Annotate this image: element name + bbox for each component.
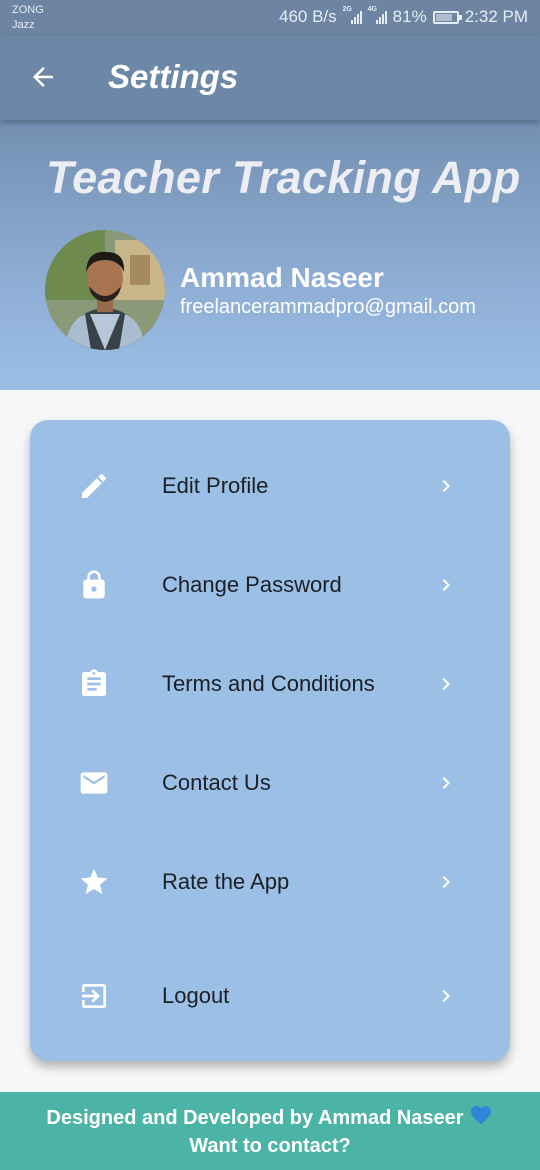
footer-banner[interactable]: Designed and Developed by Ammad Naseer W…: [0, 1092, 540, 1170]
menu-item-label: Rate the App: [162, 869, 290, 894]
lock-icon: [83, 570, 105, 599]
network-speed: 460 B/s: [279, 7, 337, 26]
status-indicators: 460 B/s 2G 4G 81% 2:32 PM: [279, 6, 528, 27]
battery-icon: [432, 10, 462, 24]
contact-link[interactable]: Want to contact?: [0, 1132, 540, 1160]
menu-item-label: Change Password: [162, 572, 342, 597]
settings-menu-card: Edit Profile Change Password Terms and C…: [30, 420, 510, 1061]
avatar: [45, 230, 165, 350]
app-title: Teacher Tracking App: [46, 152, 521, 203]
page-title: Settings: [108, 58, 239, 95]
chevron-right-icon: [442, 480, 450, 492]
logout-icon: [82, 984, 106, 1008]
menu-item-label: Contact Us: [162, 770, 271, 795]
battery-percent: 81%: [392, 7, 427, 26]
status-bar: ZONG Jazz 460 B/s 2G 4G 81% 2:32 PM: [0, 0, 540, 36]
chevron-right-icon: [442, 876, 450, 888]
envelope-icon: [80, 772, 108, 794]
signal-icon: 2G: [343, 6, 362, 24]
menu-item-change-password[interactable]: Change Password: [30, 555, 510, 615]
pencil-icon: [82, 473, 107, 498]
clock: 2:32 PM: [464, 7, 528, 26]
menu-item-label: Logout: [162, 983, 230, 1008]
menu-item-label: Edit Profile: [162, 473, 269, 498]
heart-icon: [470, 1106, 491, 1125]
arrow-left-icon[interactable]: [28, 62, 58, 92]
carrier-line2: Jazz: [12, 19, 35, 31]
chevron-right-icon: [442, 990, 450, 1002]
app-bar: Settings: [0, 36, 540, 120]
chevron-right-icon: [442, 579, 450, 591]
menu-item-terms[interactable]: Terms and Conditions: [30, 654, 510, 714]
star-icon: [80, 868, 108, 894]
menu-item-label: Terms and Conditions: [162, 671, 375, 696]
clipboard-icon: [82, 669, 106, 696]
footer-line1: Designed and Developed by Ammad Naseer: [0, 1103, 540, 1132]
menu-item-edit-profile[interactable]: Edit Profile: [30, 456, 510, 516]
user-email: freelancerammadpro@gmail.com: [180, 296, 476, 318]
menu-item-rate-app[interactable]: Rate the App: [30, 852, 510, 912]
signal-icon: 4G: [368, 6, 387, 24]
menu-item-contact-us[interactable]: Contact Us: [30, 753, 510, 813]
carrier-line1: ZONG: [12, 4, 44, 16]
chevron-right-icon: [442, 678, 450, 690]
user-name: Ammad Naseer: [180, 262, 384, 293]
carrier-info: ZONG Jazz: [12, 3, 44, 33]
menu-item-logout[interactable]: Logout: [30, 966, 510, 1026]
footer-credit: Designed and Developed by Ammad Naseer: [46, 1107, 464, 1129]
profile-header: Teacher Tracking App Ammad Naseer freela…: [0, 120, 540, 390]
chevron-right-icon: [442, 777, 450, 789]
